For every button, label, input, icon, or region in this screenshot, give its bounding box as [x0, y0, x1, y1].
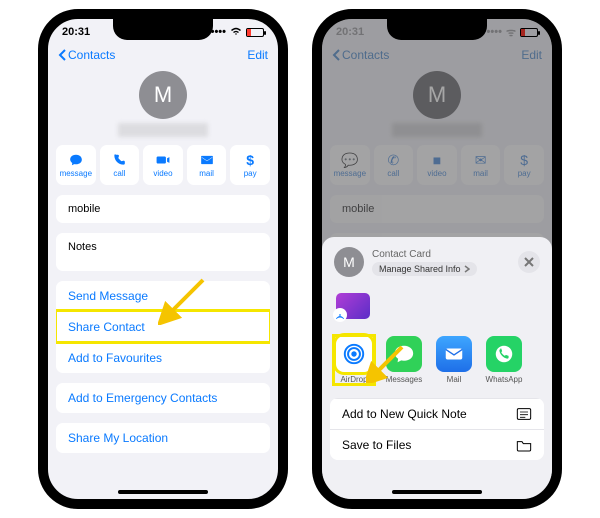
airdrop-badge-icon — [333, 308, 347, 322]
app-label: Mail — [447, 375, 462, 384]
phone-icon — [111, 153, 127, 167]
airdrop-target[interactable] — [334, 293, 372, 319]
chevron-left-icon — [58, 49, 66, 61]
messages-icon — [393, 343, 415, 365]
phone-right-share-sheet: 20:31 •••• ᯤ Contacts Edit M 💬message ✆c… — [312, 9, 562, 509]
action-label: mail — [199, 169, 214, 178]
avatar[interactable]: M — [139, 71, 187, 119]
whatsapp-icon — [493, 343, 515, 365]
home-indicator[interactable] — [392, 490, 482, 494]
quick-note-icon — [516, 407, 532, 421]
add-favourites-link[interactable]: Add to Favourites — [56, 342, 270, 373]
share-app-airdrop[interactable]: AirDrop — [334, 336, 374, 384]
chevron-right-icon — [464, 265, 470, 273]
phone-left-contact-card: 20:31 •••• Contacts Edit M message call — [38, 9, 288, 509]
field-notes[interactable]: Notes — [56, 233, 270, 271]
field-mobile[interactable]: mobile — [56, 195, 270, 223]
action-call[interactable]: call — [100, 145, 140, 185]
nav-bar: Contacts Edit — [48, 41, 278, 69]
share-location-link[interactable]: Share My Location — [56, 423, 270, 453]
battery-icon — [246, 28, 264, 37]
action-message[interactable]: message — [56, 145, 96, 185]
close-button[interactable] — [518, 251, 540, 273]
action-label: call — [113, 169, 125, 178]
airdrop-targets-row — [322, 287, 552, 330]
airdrop-icon — [341, 341, 367, 367]
sheet-header: M Contact Card Manage Shared Info — [322, 237, 552, 287]
status-time: 20:31 — [62, 26, 90, 38]
app-label: Messages — [386, 375, 422, 384]
edit-button[interactable]: Edit — [247, 48, 268, 62]
back-label: Contacts — [68, 48, 115, 62]
share-sheet: M Contact Card Manage Shared Info — [322, 237, 552, 499]
notch — [387, 18, 487, 40]
action-video[interactable]: video — [143, 145, 183, 185]
airdrop-target-image — [336, 293, 370, 319]
sheet-title: Contact Card — [372, 249, 510, 260]
share-app-mail[interactable]: Mail — [434, 336, 474, 384]
close-icon — [524, 257, 534, 267]
share-contact-link[interactable]: Share Contact — [56, 311, 270, 342]
contact-name-redacted — [118, 123, 208, 137]
send-message-link[interactable]: Send Message — [56, 281, 270, 311]
action-mail[interactable]: mail — [187, 145, 227, 185]
wifi-icon — [230, 26, 242, 39]
app-label: AirDrop — [340, 375, 367, 384]
share-app-messages[interactable]: Messages — [384, 336, 424, 384]
links-group-2: Add to Emergency Contacts — [56, 383, 270, 413]
home-indicator[interactable] — [118, 490, 208, 494]
sheet-avatar: M — [334, 247, 364, 277]
message-icon — [68, 153, 84, 167]
back-button[interactable]: Contacts — [58, 48, 115, 62]
action-row: message call video mail $ pay — [48, 145, 278, 185]
add-quick-note-button[interactable]: Add to New Quick Note — [330, 398, 544, 429]
action-label: video — [153, 169, 172, 178]
links-group: Send Message Share Contact Add to Favour… — [56, 281, 270, 373]
sheet-actions-list: Add to New Quick Note Save to Files — [330, 398, 544, 460]
action-pay[interactable]: $ pay — [230, 145, 270, 185]
links-group-3: Share My Location — [56, 423, 270, 453]
notch — [113, 18, 213, 40]
action-label: pay — [244, 169, 257, 178]
video-icon — [155, 153, 171, 167]
app-label: WhatsApp — [486, 375, 523, 384]
action-label: message — [60, 169, 92, 178]
add-emergency-link[interactable]: Add to Emergency Contacts — [56, 383, 270, 413]
mail-icon — [443, 343, 465, 365]
signal-icon: •••• — [211, 26, 226, 38]
share-apps-row: AirDrop Messages Mail WhatsApp — [322, 330, 552, 394]
manage-shared-info-button[interactable]: Manage Shared Info — [372, 262, 477, 276]
share-app-whatsapp[interactable]: WhatsApp — [484, 336, 524, 384]
contact-header: M — [48, 69, 278, 145]
pay-icon: $ — [246, 153, 254, 167]
save-to-files-button[interactable]: Save to Files — [330, 429, 544, 460]
mail-icon — [199, 153, 215, 167]
folder-icon — [516, 438, 532, 452]
